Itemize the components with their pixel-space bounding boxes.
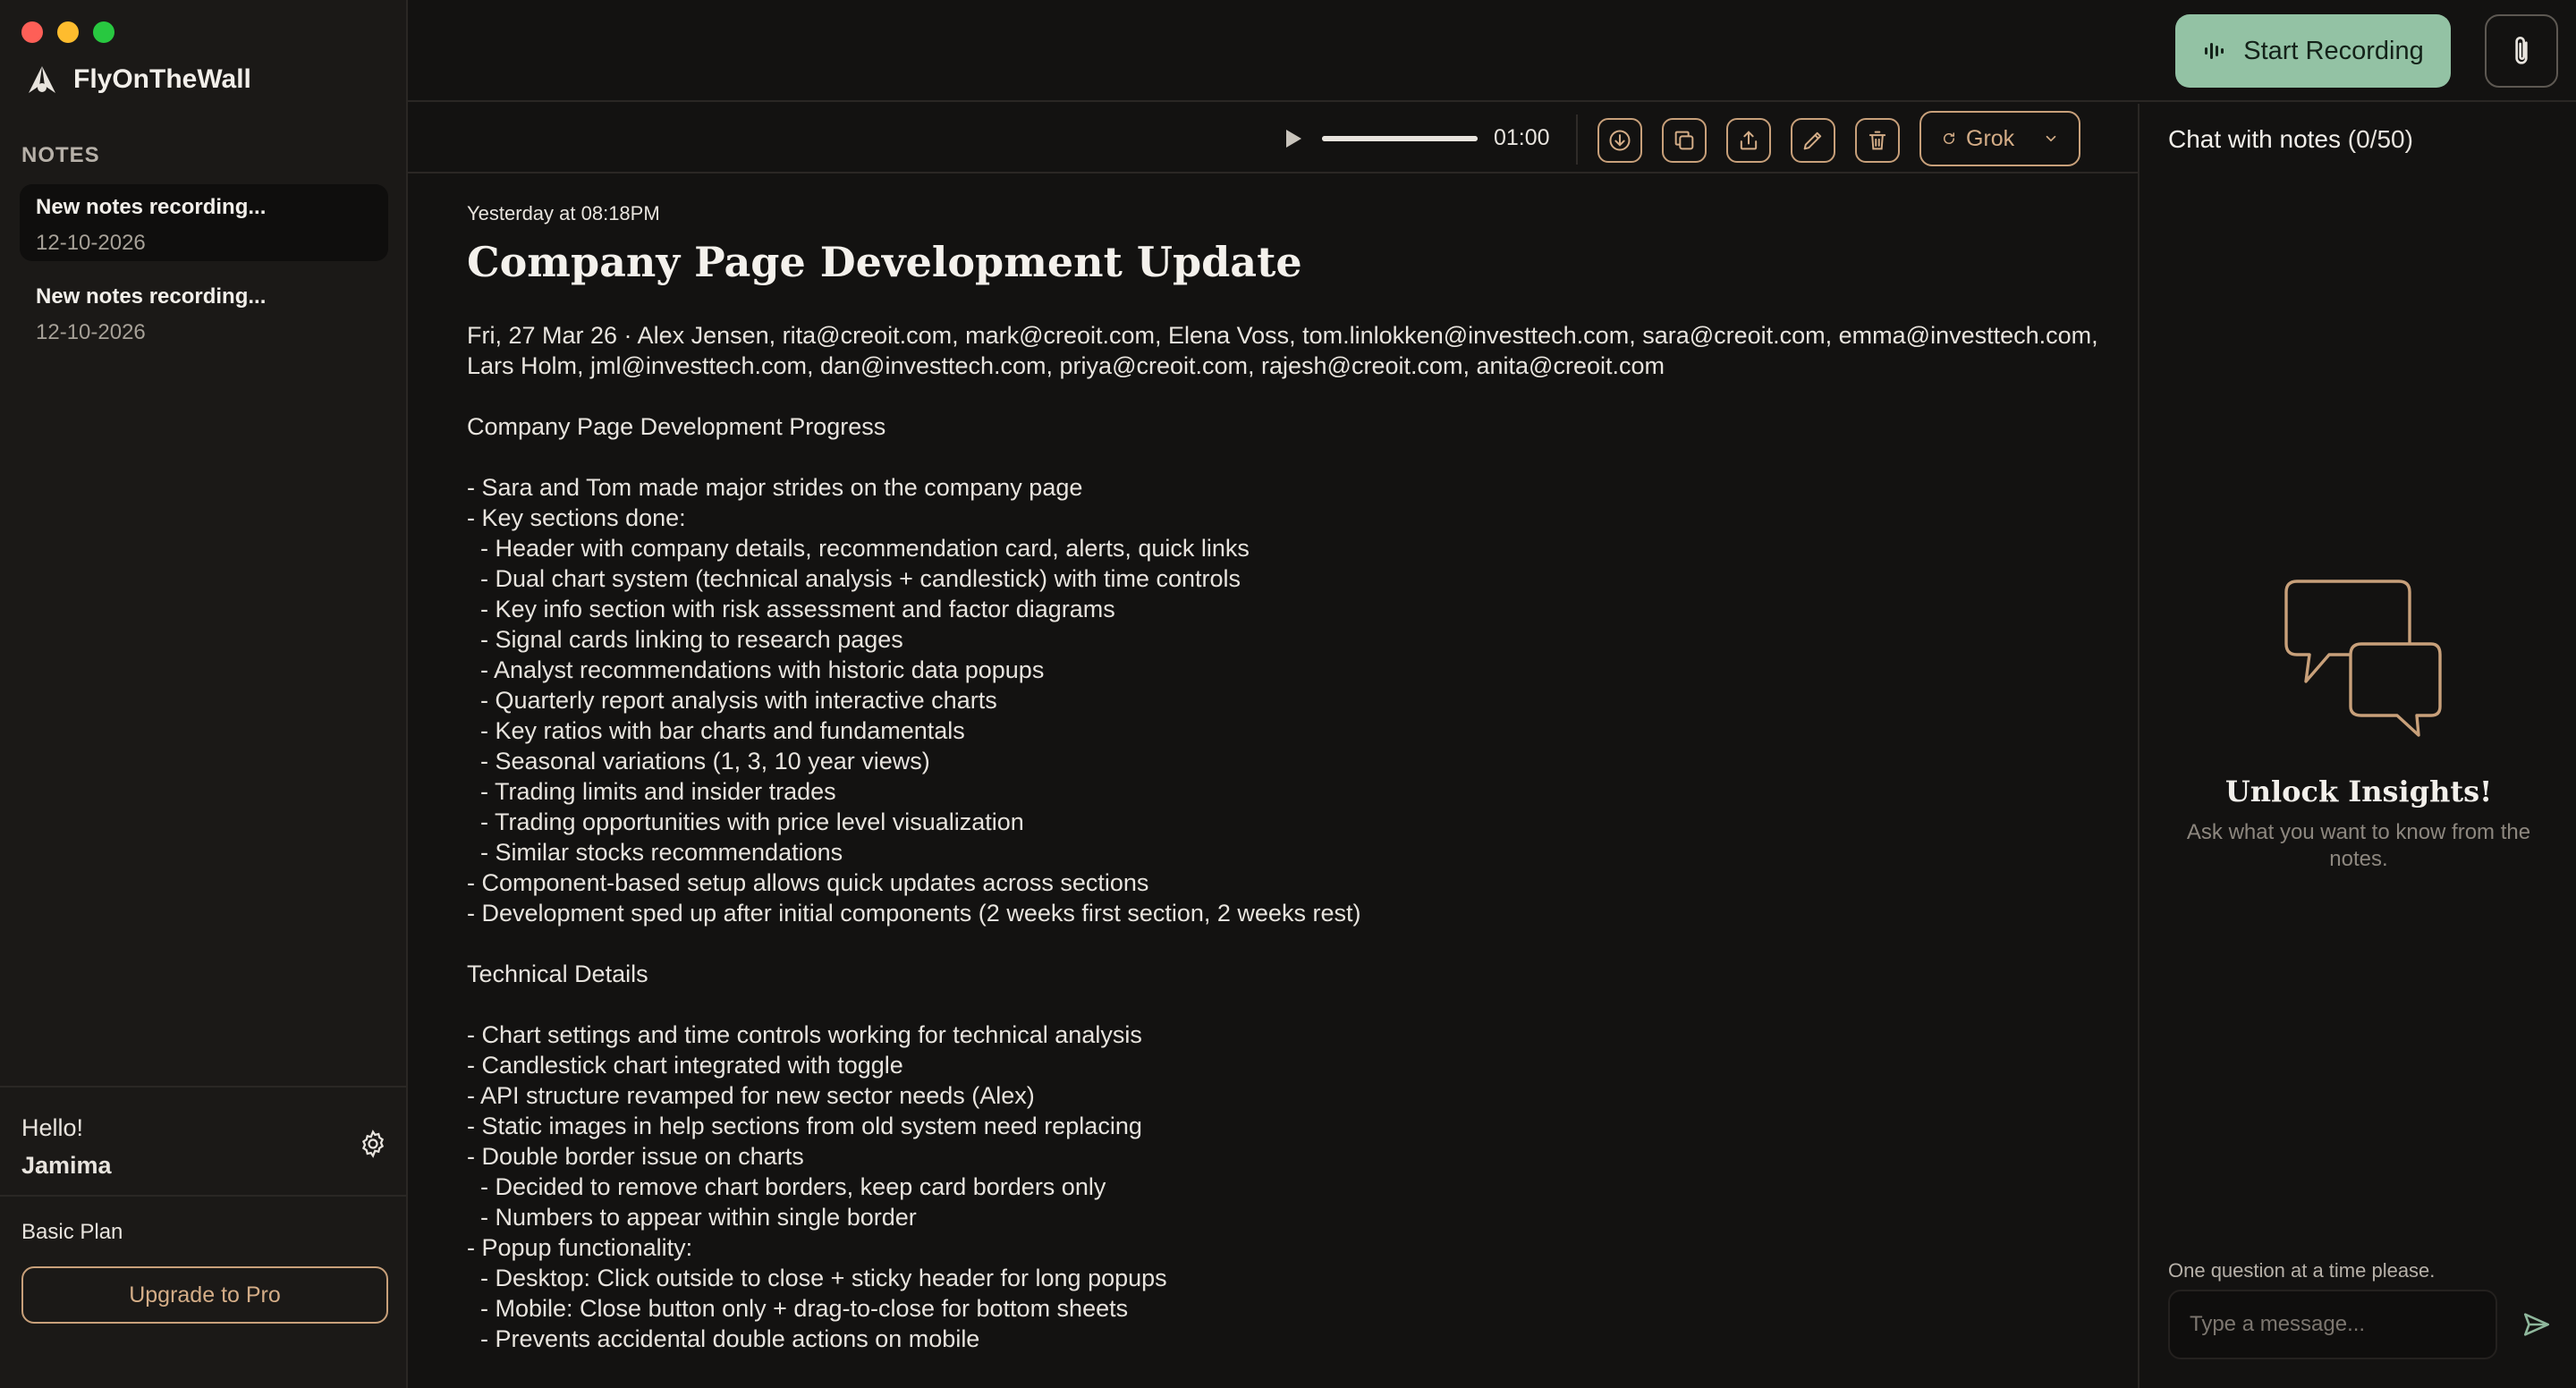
download-icon [1609, 130, 1631, 151]
brand: FlyOnTheWall [21, 63, 251, 97]
start-recording-button[interactable]: Start Recording [2175, 14, 2451, 88]
edit-icon [1803, 131, 1822, 150]
note-line: - Development sped up after initial comp… [467, 900, 1361, 927]
chat-empty-title: Unlock Insights! [2224, 774, 2493, 808]
note-line: Company Page Development Progress [467, 413, 886, 440]
note-line: - Component-based setup allows quick upd… [467, 869, 1149, 896]
user-name: Jamima [21, 1152, 112, 1179]
note-list-item[interactable]: New notes recording... 12-10-2026 [20, 274, 388, 351]
note-line: - Double border issue on charts [467, 1143, 804, 1170]
delete-button[interactable] [1855, 118, 1900, 163]
note-content: Yesterday at 08:18PM Company Page Develo… [467, 202, 2104, 1388]
note-line: - Mobile: Close button only + drag-to-cl… [467, 1295, 1129, 1322]
minimize-window-button[interactable] [57, 21, 79, 43]
gear-icon[interactable] [358, 1129, 388, 1159]
greeting-text: Hello! [21, 1114, 84, 1141]
chat-empty-subtitle: Ask what you want to know from the notes… [2186, 820, 2531, 871]
note-line: - API structure revamped for new sector … [467, 1082, 1035, 1109]
top-bar: Start Recording [408, 0, 2576, 102]
chat-bubbles-icon [2284, 580, 2442, 737]
note-line: - Trading opportunities with price level… [467, 808, 1024, 835]
upgrade-button[interactable]: Upgrade to Pro [21, 1266, 388, 1324]
send-icon [2523, 1312, 2550, 1336]
chat-question-count: (0/50) [2347, 125, 2413, 153]
note-line: - Header with company details, recommend… [467, 535, 1250, 562]
start-recording-label: Start Recording [2243, 36, 2424, 65]
notes-section-label: NOTES [21, 143, 100, 167]
share-icon [1740, 131, 1758, 150]
note-line: - Key sections done: [467, 504, 686, 531]
share-button[interactable] [1726, 118, 1771, 163]
attach-button[interactable] [2485, 14, 2558, 88]
note-toolbar: 01:00 Grok [408, 104, 2138, 174]
note-item-date: 12-10-2026 [36, 320, 146, 344]
download-button[interactable] [1597, 118, 1642, 163]
note-item-date: 12-10-2026 [36, 231, 146, 255]
chat-hint: One question at a time please. [2168, 1259, 2436, 1282]
note-line: - Dual chart system (technical analysis … [467, 565, 1241, 592]
note-line: Technical Details [467, 961, 648, 987]
close-window-button[interactable] [21, 21, 43, 43]
note-line: - Sara and Tom made major strides on the… [467, 474, 1083, 501]
play-icon[interactable] [1283, 127, 1304, 150]
note-line: - Seasonal variations (1, 3, 10 year vie… [467, 748, 930, 774]
note-title: Company Page Development Update [467, 238, 1302, 286]
notes-list: New notes recording... 12-10-2026 New no… [20, 184, 388, 363]
copy-icon [1674, 131, 1694, 150]
chevron-down-icon [2046, 135, 2056, 142]
note-line: - Key info section with risk assessment … [467, 596, 1115, 622]
sidebar-footer: Hello! Jamima Basic Plan Upgrade to Pro [0, 1086, 406, 1324]
maximize-window-button[interactable] [93, 21, 114, 43]
brand-name: FlyOnTheWall [73, 64, 251, 94]
paperclip-icon [2515, 37, 2528, 64]
note-line: - Similar stocks recommendations [467, 839, 843, 866]
note-blank-line [467, 442, 2104, 472]
note-line: - Desktop: Click outside to close + stic… [467, 1265, 1167, 1291]
note-line: - Static images in help sections from ol… [467, 1113, 1142, 1139]
toolbar-separator [1576, 114, 1578, 165]
note-timestamp: Yesterday at 08:18PM [467, 202, 660, 224]
note-line: - Analyst recommendations with historic … [467, 656, 1045, 683]
waveform-icon [2205, 43, 2224, 59]
note-blank-line [467, 928, 2104, 959]
playback-time: 01:00 [1494, 125, 1550, 150]
note-line: - Numbers to appear within single border [467, 1204, 917, 1231]
note-list-item[interactable]: New notes recording... 12-10-2026 [20, 184, 388, 261]
note-line: - Popup functionality: [467, 1234, 693, 1261]
note-line: - Quarterly report analysis with interac… [467, 687, 997, 714]
note-line: - Prevents accidental double actions on … [467, 1325, 980, 1352]
plan-label: Basic Plan [21, 1220, 123, 1244]
note-item-title: New notes recording... [36, 284, 267, 309]
user-greeting: Hello! Jamima [21, 1109, 112, 1184]
send-button[interactable] [2519, 1308, 2555, 1343]
model-select[interactable]: Grok [1919, 111, 2080, 166]
note-meta: Fri, 27 Mar 26 · Alex Jensen, rita@creoi… [467, 322, 2098, 379]
note-line: - Decided to remove chart borders, keep … [467, 1173, 1106, 1200]
note-line: - Chart settings and time controls worki… [467, 1021, 1142, 1048]
copy-button[interactable] [1662, 118, 1707, 163]
note-line: - Signal cards linking to research pages [467, 626, 903, 653]
chat-panel: Chat with notes (0/50) Unlock Insights! … [2138, 104, 2576, 1388]
note-body: Company Page Development Progress - Sara … [467, 411, 2104, 1354]
fly-logo-icon [29, 66, 55, 93]
model-select-value: Grok [1966, 125, 2015, 151]
message-input[interactable] [2168, 1290, 2497, 1359]
window-controls [21, 21, 114, 43]
note-line: - Candlestick chart integrated with togg… [467, 1052, 903, 1079]
sidebar: FlyOnTheWall NOTES New notes recording..… [0, 0, 408, 1388]
trash-icon [1868, 131, 1886, 150]
playback-progress[interactable] [1322, 136, 1478, 141]
playback-progress-fill [1322, 136, 1478, 141]
note-line: - Trading limits and insider trades [467, 778, 836, 805]
edit-button[interactable] [1791, 118, 1835, 163]
refresh-icon [1944, 132, 1954, 144]
divider [0, 1195, 406, 1197]
chat-title-text: Chat with notes [2168, 125, 2341, 153]
note-line: - Key ratios with bar charts and fundame… [467, 717, 965, 744]
note-item-title: New notes recording... [36, 195, 267, 219]
chat-title: Chat with notes (0/50) [2168, 125, 2413, 154]
note-blank-line [467, 989, 2104, 1020]
